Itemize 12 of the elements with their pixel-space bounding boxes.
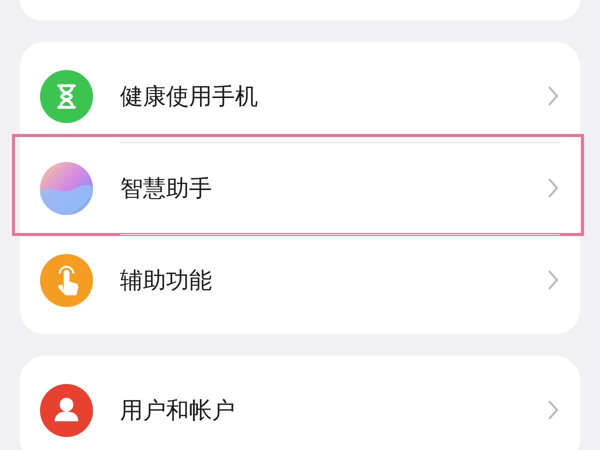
hourglass-icon xyxy=(40,70,93,122)
settings-item[interactable]: 辅助功能 xyxy=(120,264,546,296)
hand-pointer-icon xyxy=(40,254,93,306)
chevron-right-icon xyxy=(546,268,560,292)
chevron-right-icon xyxy=(546,398,560,422)
chevron-right-icon xyxy=(546,176,560,200)
settings-item[interactable]: 健康使用手机 xyxy=(120,80,546,112)
person-icon xyxy=(40,384,93,436)
chevron-right-icon xyxy=(546,84,560,108)
settings-item[interactable]: 用户和帐户 xyxy=(120,394,546,426)
gradient-orb-icon xyxy=(40,162,93,214)
settings-item[interactable]: 智慧助手 xyxy=(120,172,546,204)
